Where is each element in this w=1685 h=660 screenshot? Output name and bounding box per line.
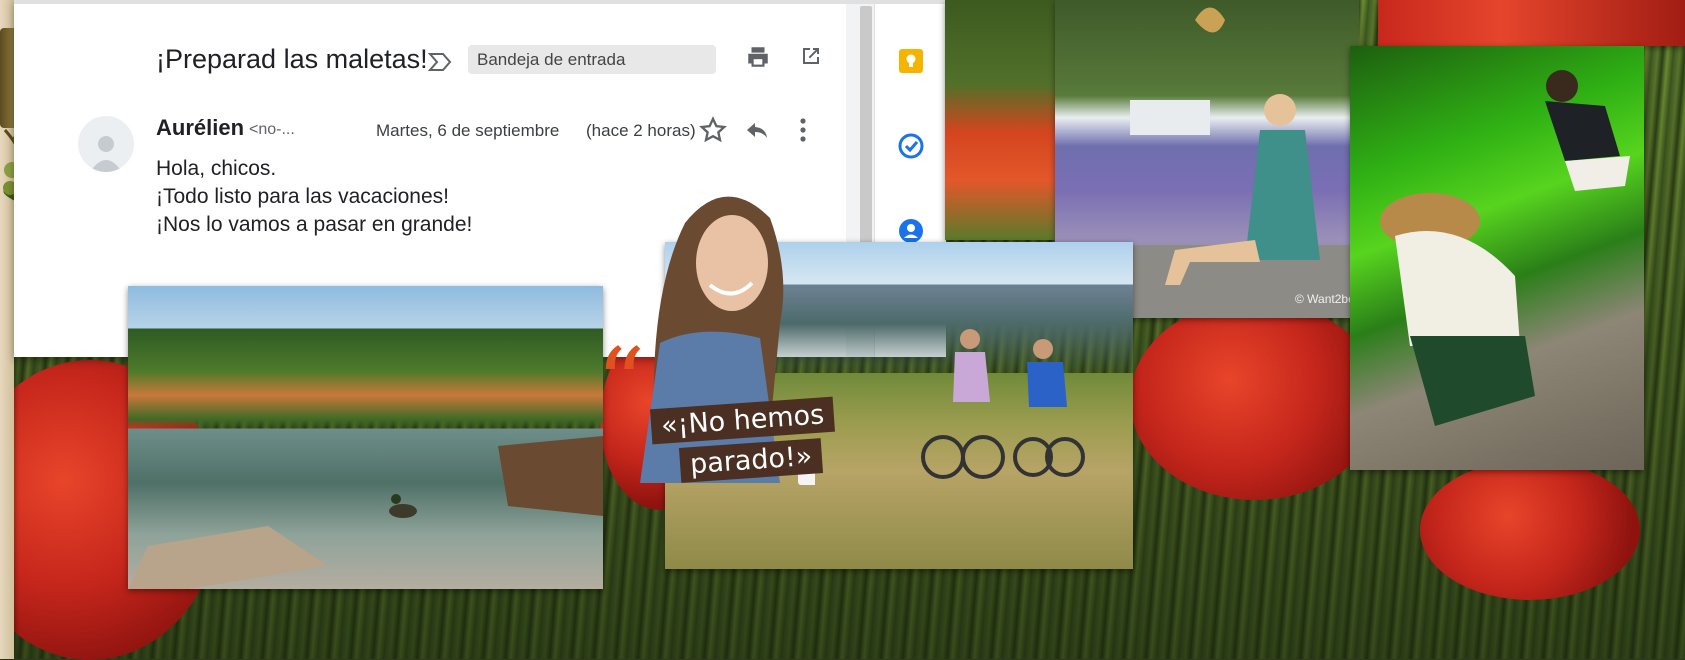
keep-icon[interactable] [897,47,925,75]
sender-avatar[interactable] [78,116,134,172]
quote-mark-icon: “ [596,328,646,440]
email-body-line: Hola, chicos. [156,157,277,180]
print-icon[interactable] [745,44,771,70]
poppy-photo [945,0,1055,240]
star-icon[interactable] [699,116,727,144]
tasks-icon[interactable] [897,132,925,160]
inbox-label-chip[interactable]: Bandeja de entrada [468,45,716,74]
duck-figure [128,436,603,589]
poppy-photo [1378,0,1685,46]
person-icon [90,136,122,172]
poppy-flower [1130,300,1380,500]
watermark: © Want2be [1295,292,1355,306]
email-body-line: ¡Todo listo para las vacaciones! [156,185,449,208]
scrollbar-thumb[interactable] [860,6,872,246]
sender-email: <no-... [249,121,295,138]
river-photo [128,286,603,589]
reply-icon[interactable] [744,118,770,142]
email-body-line: ¡Nos lo vamos a pasar en grande! [156,213,473,236]
email-subject: ¡Preparad las maletas! [156,44,428,74]
poppy-flower [1420,460,1640,600]
top-border [14,0,945,4]
open-in-new-window-icon[interactable] [799,44,823,68]
contacts-icon[interactable] [897,217,925,245]
more-options-icon[interactable] [798,116,808,144]
email-date: Martes, 6 de septiembre [376,121,560,140]
two-women-figure [1380,70,1630,426]
sender-name: Aurélien [156,115,245,140]
email-time-ago: (hace 2 horas) [586,121,696,140]
important-marker-icon[interactable] [428,52,452,72]
bright-grass-photo [1350,46,1644,470]
